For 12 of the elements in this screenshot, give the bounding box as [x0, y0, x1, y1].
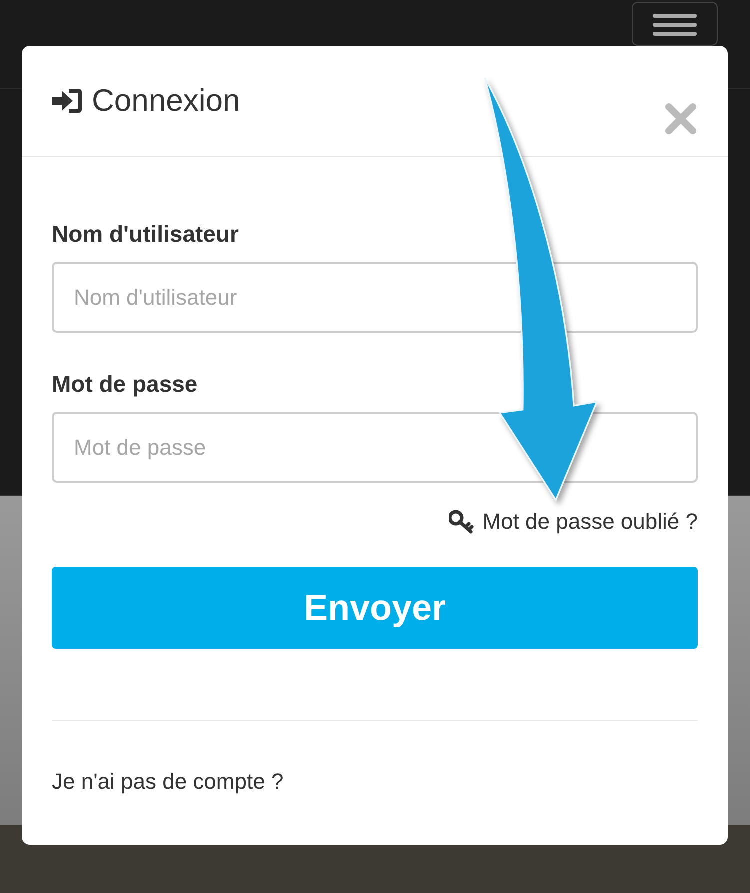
forgot-password-link[interactable]: Mot de passe oublié ? — [448, 509, 698, 535]
menu-icon — [653, 12, 697, 36]
menu-button[interactable] — [632, 2, 718, 46]
input-field[interactable]: Mot de passe — [52, 412, 698, 483]
close-icon — [664, 102, 698, 136]
sign-in-icon — [52, 88, 82, 114]
field-label: Mot de passe — [52, 371, 198, 398]
dialog-title: Connexion — [92, 83, 240, 119]
field-label: Nom d'utilisateur — [52, 221, 239, 248]
key-icon — [448, 510, 475, 534]
signup-link[interactable]: Je n'ai pas de compte ? — [52, 769, 284, 795]
input-field[interactable]: Nom d'utilisateur — [52, 262, 698, 333]
